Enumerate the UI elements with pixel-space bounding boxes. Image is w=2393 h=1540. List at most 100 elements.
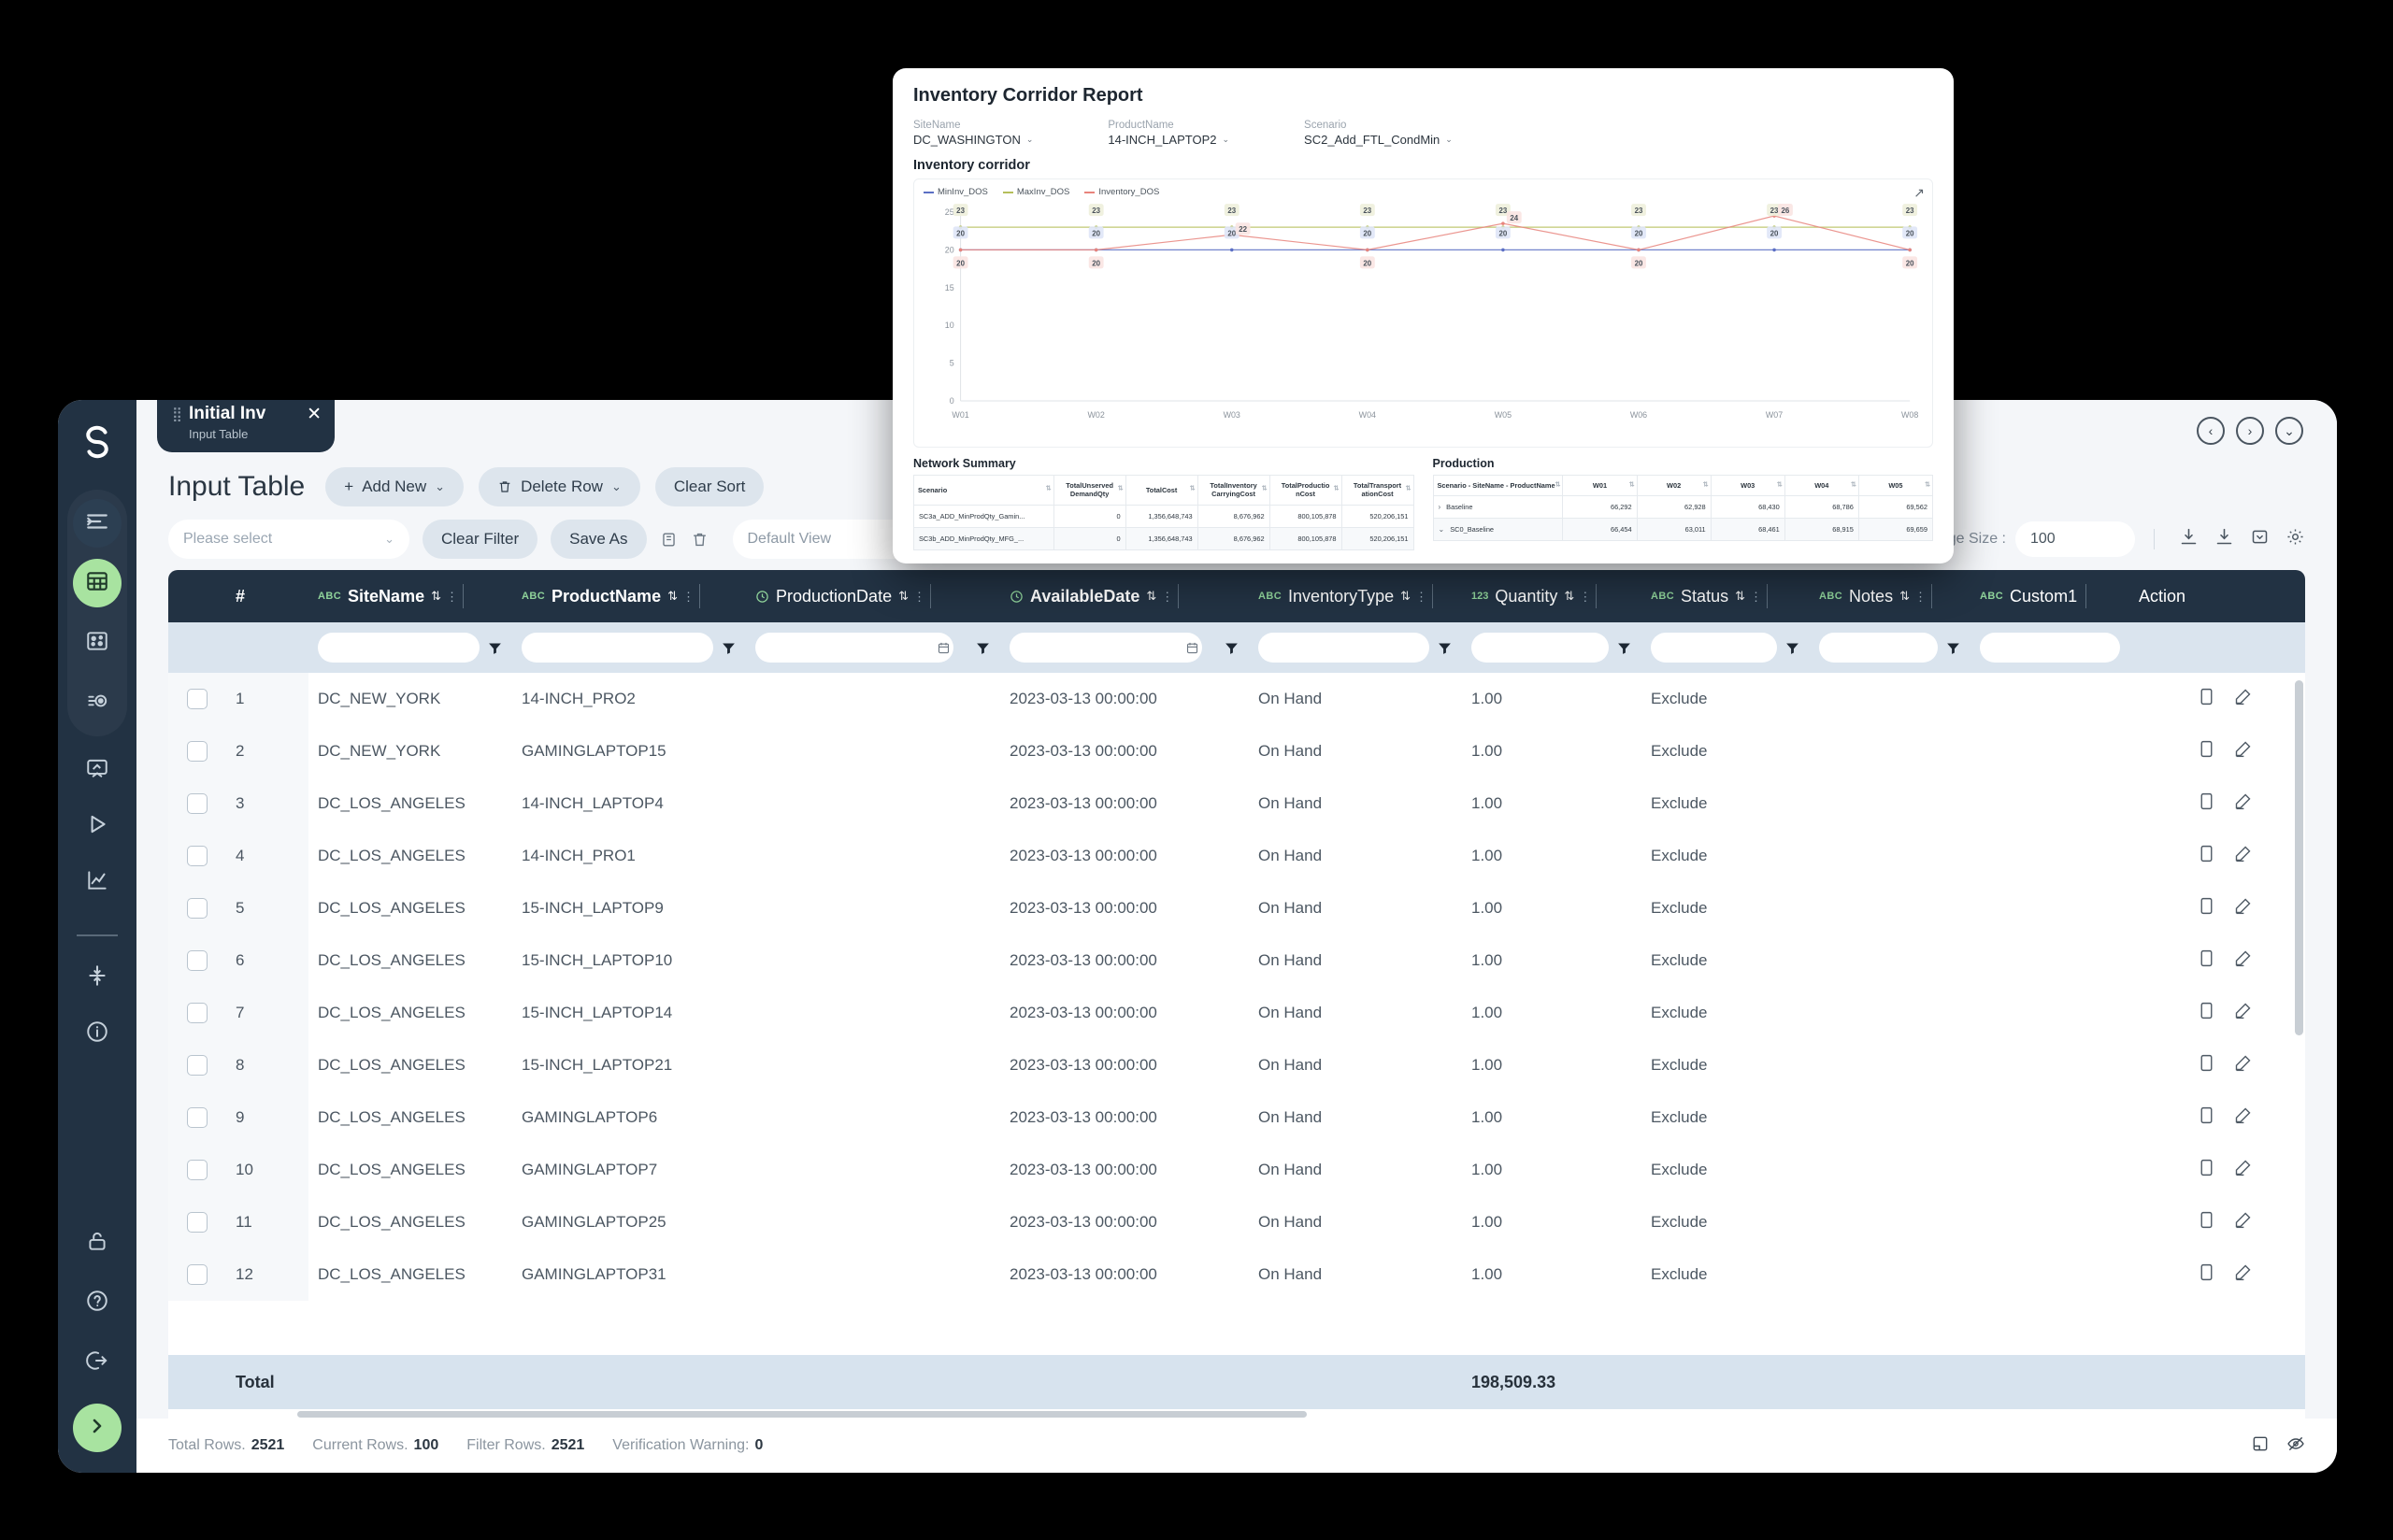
table-row[interactable]: 12DC_LOS_ANGELESGAMINGLAPTOP312023-03-13… bbox=[168, 1248, 2305, 1301]
legend-item-0[interactable]: MinInv_DOS bbox=[924, 187, 988, 197]
column-header-productname[interactable]: ABC ProductName ⇅ ⋮ bbox=[512, 570, 746, 622]
close-icon[interactable]: ✕ bbox=[307, 406, 322, 423]
column-header-sitename[interactable]: ABC SiteName ⇅ ⋮ bbox=[308, 570, 512, 622]
edit-pencil-icon[interactable] bbox=[2233, 844, 2253, 868]
column-menu-icon[interactable]: ⋮ bbox=[913, 594, 918, 599]
report-filter-scenario[interactable]: Scenario SC2_Add_FTL_CondMin⌄ bbox=[1304, 120, 1453, 147]
filter-input-custom1[interactable] bbox=[1980, 633, 2120, 663]
sidebar-item-scenarios[interactable] bbox=[73, 678, 122, 727]
table-row[interactable]: 10DC_LOS_ANGELESGAMINGLAPTOP72023-03-13 … bbox=[168, 1144, 2305, 1196]
filter-input-availabledate[interactable] bbox=[1010, 633, 1202, 663]
table-row[interactable]: 6DC_LOS_ANGELES15-INCH_LAPTOP102023-03-1… bbox=[168, 934, 2305, 987]
column-menu-icon[interactable]: ⋮ bbox=[1750, 594, 1755, 599]
filter-input-productname[interactable] bbox=[522, 633, 713, 663]
column-menu-icon[interactable]: ⋮ bbox=[1579, 594, 1583, 599]
sort-icon[interactable]: ⇅ bbox=[1146, 589, 1154, 604]
sidebar-expand-button[interactable] bbox=[73, 1404, 122, 1452]
add-new-button[interactable]: + Add New ⌄ bbox=[325, 467, 464, 506]
edit-pencil-icon[interactable] bbox=[2233, 1001, 2253, 1025]
column-header-inventorytype[interactable]: ABC InventoryType ⇅ ⋮ bbox=[1249, 570, 1462, 622]
row-checkbox[interactable] bbox=[187, 1003, 208, 1023]
row-checkbox[interactable] bbox=[187, 793, 208, 814]
prod-col-4[interactable]: W04⇅ bbox=[1784, 476, 1858, 496]
sort-icon[interactable]: ⇅ bbox=[1735, 589, 1743, 604]
prod-col-3[interactable]: W03⇅ bbox=[1711, 476, 1784, 496]
legend-item-1[interactable]: MaxInv_DOS bbox=[1003, 187, 1070, 197]
hide-eye-icon[interactable] bbox=[2286, 1434, 2305, 1458]
snapshot-icon[interactable] bbox=[2251, 1434, 2270, 1458]
funnel-icon[interactable] bbox=[721, 640, 737, 656]
copy-icon[interactable] bbox=[2197, 791, 2216, 816]
table-row[interactable]: 8DC_LOS_ANGELES15-INCH_LAPTOP212023-03-1… bbox=[168, 1039, 2305, 1091]
column-header-notes[interactable]: ABC Notes ⇅ ⋮ bbox=[1810, 570, 1970, 622]
row-checkbox[interactable] bbox=[187, 1055, 208, 1076]
sort-icon[interactable]: ⇅ bbox=[1564, 589, 1572, 604]
filter-input-notes[interactable] bbox=[1819, 633, 1938, 663]
sidebar-item-presentation[interactable] bbox=[73, 746, 122, 794]
column-header-quantity[interactable]: 123 Quantity ⇅ ⋮ bbox=[1462, 570, 1641, 622]
sort-icon[interactable]: ⇅ bbox=[1400, 589, 1409, 604]
copy-icon[interactable] bbox=[2197, 687, 2216, 711]
ns-col-2[interactable]: TotalCost⇅ bbox=[1125, 476, 1197, 506]
filter-input-sitename[interactable] bbox=[318, 633, 480, 663]
sidebar-item-input-table[interactable] bbox=[73, 559, 122, 607]
edit-pencil-icon[interactable] bbox=[2233, 791, 2253, 816]
tab-initial-inv[interactable]: ⣿ Initial Inv ✕ Input Table bbox=[157, 400, 335, 452]
edit-pencil-icon[interactable] bbox=[2233, 687, 2253, 711]
sidebar-item-lock[interactable] bbox=[73, 1219, 122, 1267]
nav-collapse-button[interactable]: ⌄ bbox=[2275, 417, 2303, 445]
report-filter-productname[interactable]: ProductName 14-INCH_LAPTOP2⌄ bbox=[1108, 120, 1229, 147]
row-checkbox[interactable] bbox=[187, 846, 208, 866]
column-menu-icon[interactable]: ⋮ bbox=[682, 594, 687, 599]
expander-icon[interactable]: ⌄ bbox=[1439, 525, 1445, 534]
table-row[interactable]: 2DC_NEW_YORKGAMINGLAPTOP152023-03-13 00:… bbox=[168, 725, 2305, 777]
row-checkbox[interactable] bbox=[187, 1160, 208, 1180]
edit-pencil-icon[interactable] bbox=[2233, 739, 2253, 763]
column-header-rownum[interactable]: # bbox=[226, 570, 308, 622]
clear-filter-button[interactable]: Clear Filter bbox=[423, 520, 537, 559]
copy-icon[interactable] bbox=[2197, 1105, 2216, 1130]
edit-pencil-icon[interactable] bbox=[2233, 1053, 2253, 1077]
column-header-custom1[interactable]: ABC Custom1 bbox=[1970, 570, 2129, 622]
report-filter-sitename[interactable]: SiteName DC_WASHINGTON⌄ bbox=[913, 120, 1033, 147]
table-row[interactable]: 11DC_LOS_ANGELESGAMINGLAPTOP252023-03-13… bbox=[168, 1196, 2305, 1248]
column-menu-icon[interactable]: ⋮ bbox=[1415, 594, 1420, 599]
sidebar-item-info[interactable] bbox=[73, 1009, 122, 1058]
copy-icon[interactable] bbox=[660, 531, 678, 549]
sort-icon[interactable]: ⇅ bbox=[898, 589, 907, 604]
sort-icon[interactable]: ⇅ bbox=[431, 589, 439, 604]
copy-icon[interactable] bbox=[2197, 1053, 2216, 1077]
table-row[interactable]: 1DC_NEW_YORK14-INCH_PRO22023-03-13 00:00… bbox=[168, 673, 2305, 725]
funnel-icon[interactable] bbox=[1437, 640, 1453, 656]
sidebar-item-merge[interactable] bbox=[73, 953, 122, 1002]
sort-icon[interactable]: ⇅ bbox=[667, 589, 676, 604]
sidebar-item-menu[interactable] bbox=[73, 499, 122, 548]
filter-input-quantity[interactable] bbox=[1471, 633, 1609, 663]
legend-item-2[interactable]: Inventory_DOS bbox=[1084, 187, 1159, 197]
table-row[interactable]: 5DC_LOS_ANGELES15-INCH_LAPTOP92023-03-13… bbox=[168, 882, 2305, 934]
expander-icon[interactable]: › bbox=[1439, 503, 1441, 511]
edit-pencil-icon[interactable] bbox=[2233, 1210, 2253, 1234]
row-checkbox[interactable] bbox=[187, 1264, 208, 1285]
table-row[interactable]: 3DC_LOS_ANGELES14-INCH_LAPTOP42023-03-13… bbox=[168, 777, 2305, 830]
page-size-input[interactable] bbox=[2015, 521, 2135, 557]
select-dropdown-icon[interactable] bbox=[2250, 527, 2270, 551]
ns-col-0[interactable]: Scenario⇅ bbox=[914, 476, 1054, 506]
copy-icon[interactable] bbox=[2197, 844, 2216, 868]
ns-col-1[interactable]: TotalUnserved DemandQty⇅ bbox=[1053, 476, 1125, 506]
prod-col-1[interactable]: W01⇅ bbox=[1563, 476, 1637, 496]
sidebar-item-logout[interactable] bbox=[73, 1338, 122, 1387]
sidebar-item-help[interactable] bbox=[73, 1278, 122, 1327]
row-checkbox[interactable] bbox=[187, 898, 208, 919]
funnel-icon[interactable] bbox=[487, 640, 503, 656]
filter-save-as-button[interactable]: Save As bbox=[551, 520, 646, 559]
sidebar-item-datasets[interactable] bbox=[73, 619, 122, 667]
sidebar-item-run[interactable] bbox=[73, 802, 122, 850]
prod-col-5[interactable]: W05⇅ bbox=[1858, 476, 1932, 496]
table-row[interactable]: ⌄SC0_Baseline66,45463,01168,46168,91569,… bbox=[1433, 519, 1933, 541]
filter-input-status[interactable] bbox=[1651, 633, 1777, 663]
edit-pencil-icon[interactable] bbox=[2233, 948, 2253, 973]
funnel-icon[interactable] bbox=[1616, 640, 1632, 656]
column-header-status[interactable]: ABC Status ⇅ ⋮ bbox=[1641, 570, 1810, 622]
copy-icon[interactable] bbox=[2197, 1001, 2216, 1025]
